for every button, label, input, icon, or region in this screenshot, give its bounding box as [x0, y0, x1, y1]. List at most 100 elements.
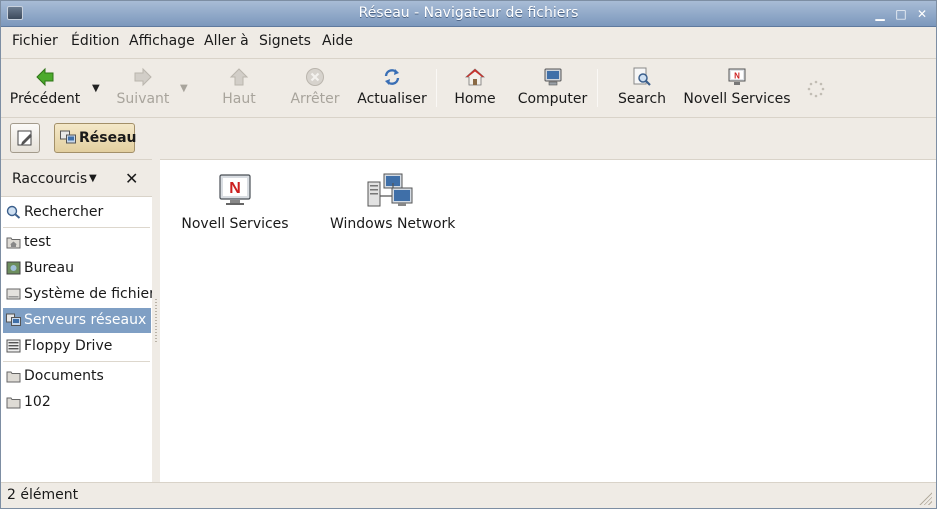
resize-grip — [155, 299, 157, 343]
menu-signets[interactable]: Signets — [259, 33, 311, 49]
novell-services-button[interactable]: N Novell Services — [681, 59, 793, 117]
desktop-icon — [6, 261, 21, 275]
forward-history-chevron-icon[interactable]: ▼ — [180, 83, 188, 94]
sidebar-item-label: Système de fichiers — [24, 286, 163, 302]
menu-fichier[interactable]: Fichier — [12, 33, 58, 49]
window-resize-grip[interactable] — [918, 491, 932, 505]
back-arrow-icon — [36, 67, 54, 87]
location-path-label: Réseau — [79, 130, 137, 146]
sidebar-item-documents[interactable]: Documents — [3, 364, 151, 389]
back-button[interactable]: Précédent — [5, 59, 85, 117]
back-label: Précédent — [9, 91, 81, 107]
sidebar-item-rechercher[interactable]: Rechercher — [3, 200, 151, 225]
svg-text:N: N — [229, 180, 241, 197]
pane-resize-handle[interactable] — [152, 159, 160, 482]
windows-network-icon — [367, 173, 413, 207]
network-icon — [60, 130, 76, 144]
menu-bar: Fichier Édition Affichage Aller à Signet… — [1, 27, 936, 57]
stop-button[interactable]: Arrêter — [284, 59, 346, 117]
sidebar-item-label: 102 — [24, 394, 51, 410]
home-folder-icon — [6, 237, 21, 249]
search-label: Search — [617, 91, 667, 107]
menu-edition[interactable]: Édition — [71, 33, 119, 49]
sidebar-item-bureau[interactable]: Bureau — [3, 256, 151, 281]
edit-pencil-icon — [17, 130, 32, 146]
sidebar-item-label: Bureau — [24, 260, 74, 276]
status-text: 2 élément — [7, 487, 79, 503]
sidebar: Raccourcis ▼ ✕ Rechercher test Bureau Sy… — [1, 159, 162, 482]
close-button[interactable]: ✕ — [913, 5, 931, 23]
novell-monitor-icon: N — [219, 174, 251, 205]
minimize-button[interactable]: ▁ — [871, 5, 889, 23]
toolbar-separator — [436, 69, 437, 107]
sidebar-item-label: Rechercher — [24, 204, 104, 220]
item-label: Windows Network — [330, 216, 456, 232]
novell-icon: N — [728, 68, 746, 85]
item-windows-network[interactable]: Windows Network — [330, 172, 456, 252]
back-history-chevron-icon[interactable]: ▼ — [92, 83, 100, 94]
sidebar-separator — [3, 361, 150, 362]
file-browser-window: Réseau - Navigateur de fichiers ▁ □ ✕ Fi… — [0, 0, 937, 509]
menu-aide[interactable]: Aide — [322, 33, 353, 49]
item-novell-services[interactable]: N Novell Services — [180, 172, 290, 252]
menu-aide-label: Aide — [322, 33, 353, 49]
stop-icon — [306, 68, 324, 86]
location-path-button[interactable]: Réseau — [54, 123, 137, 153]
menu-aller-a-label: Aller à — [204, 33, 249, 49]
toolbar: Précédent ▼ Suivant ▼ Haut Arrêter Actua… — [1, 58, 936, 118]
forward-label: Suivant — [116, 91, 170, 107]
toggle-location-entry-button[interactable] — [10, 123, 40, 153]
search-icon — [633, 67, 651, 86]
toolbar-separator — [597, 69, 598, 107]
sidebar-item-test[interactable]: test — [3, 230, 151, 255]
sidebar-item-floppy-drive[interactable]: Floppy Drive — [3, 334, 151, 359]
sidebar-item-label: Documents — [24, 368, 104, 384]
home-button[interactable]: Home — [447, 59, 503, 117]
menu-affichage-label: Affichage — [129, 33, 195, 49]
folder-icon — [6, 371, 21, 383]
chevron-down-icon[interactable]: ▼ — [89, 173, 97, 184]
sidebar-item-label: test — [24, 234, 51, 250]
sidebar-item-systeme-de-fichiers[interactable]: Système de fichiers — [3, 282, 162, 307]
up-label: Haut — [222, 91, 256, 107]
menu-aller-a[interactable]: Aller à — [204, 33, 249, 49]
reload-label: Actualiser — [357, 91, 427, 107]
sidebar-type-selector[interactable]: Raccourcis — [12, 171, 87, 187]
drive-icon — [6, 288, 21, 300]
computer-icon — [544, 68, 561, 86]
up-arrow-icon — [229, 68, 249, 86]
floppy-icon — [6, 339, 21, 353]
sidebar-item-label: Serveurs réseaux — [24, 312, 147, 328]
forward-arrow-icon — [134, 67, 152, 87]
menu-fichier-label: Fichier — [12, 33, 58, 49]
reload-button[interactable]: Actualiser — [357, 59, 427, 117]
maximize-button[interactable]: □ — [892, 5, 910, 23]
sidebar-item-102[interactable]: 102 — [3, 390, 151, 415]
sidebar-item-serveurs-reseaux[interactable]: Serveurs réseaux — [3, 308, 151, 333]
computer-button[interactable]: Computer — [515, 59, 590, 117]
novell-services-label: Novell Services — [683, 91, 791, 107]
svg-text:N: N — [734, 72, 740, 81]
sidebar-item-label: Floppy Drive — [24, 338, 113, 354]
close-sidebar-icon[interactable]: ✕ — [125, 169, 138, 188]
status-bar: 2 élément — [1, 482, 936, 508]
home-icon — [465, 68, 485, 86]
folder-icon — [6, 397, 21, 409]
network-icon — [6, 313, 21, 326]
menu-signets-label: Signets — [259, 33, 311, 49]
icon-view[interactable]: N Novell Services Windows Network — [160, 159, 936, 482]
sidebar-separator — [3, 227, 150, 228]
title-bar[interactable]: Réseau - Navigateur de fichiers ▁ □ ✕ — [1, 1, 936, 27]
forward-button[interactable]: Suivant — [110, 59, 176, 117]
location-bar: Réseau — [1, 119, 936, 159]
up-button[interactable]: Haut — [211, 59, 267, 117]
spinner-icon — [807, 80, 825, 98]
stop-label: Arrêter — [290, 91, 340, 107]
sidebar-header: Raccourcis ▼ ✕ — [1, 160, 152, 197]
computer-label: Computer — [517, 91, 588, 107]
search-button[interactable]: Search — [613, 59, 671, 117]
search-icon — [6, 205, 21, 219]
menu-edition-label: Édition — [71, 33, 120, 49]
reload-icon — [384, 69, 400, 85]
menu-affichage[interactable]: Affichage — [129, 33, 195, 49]
